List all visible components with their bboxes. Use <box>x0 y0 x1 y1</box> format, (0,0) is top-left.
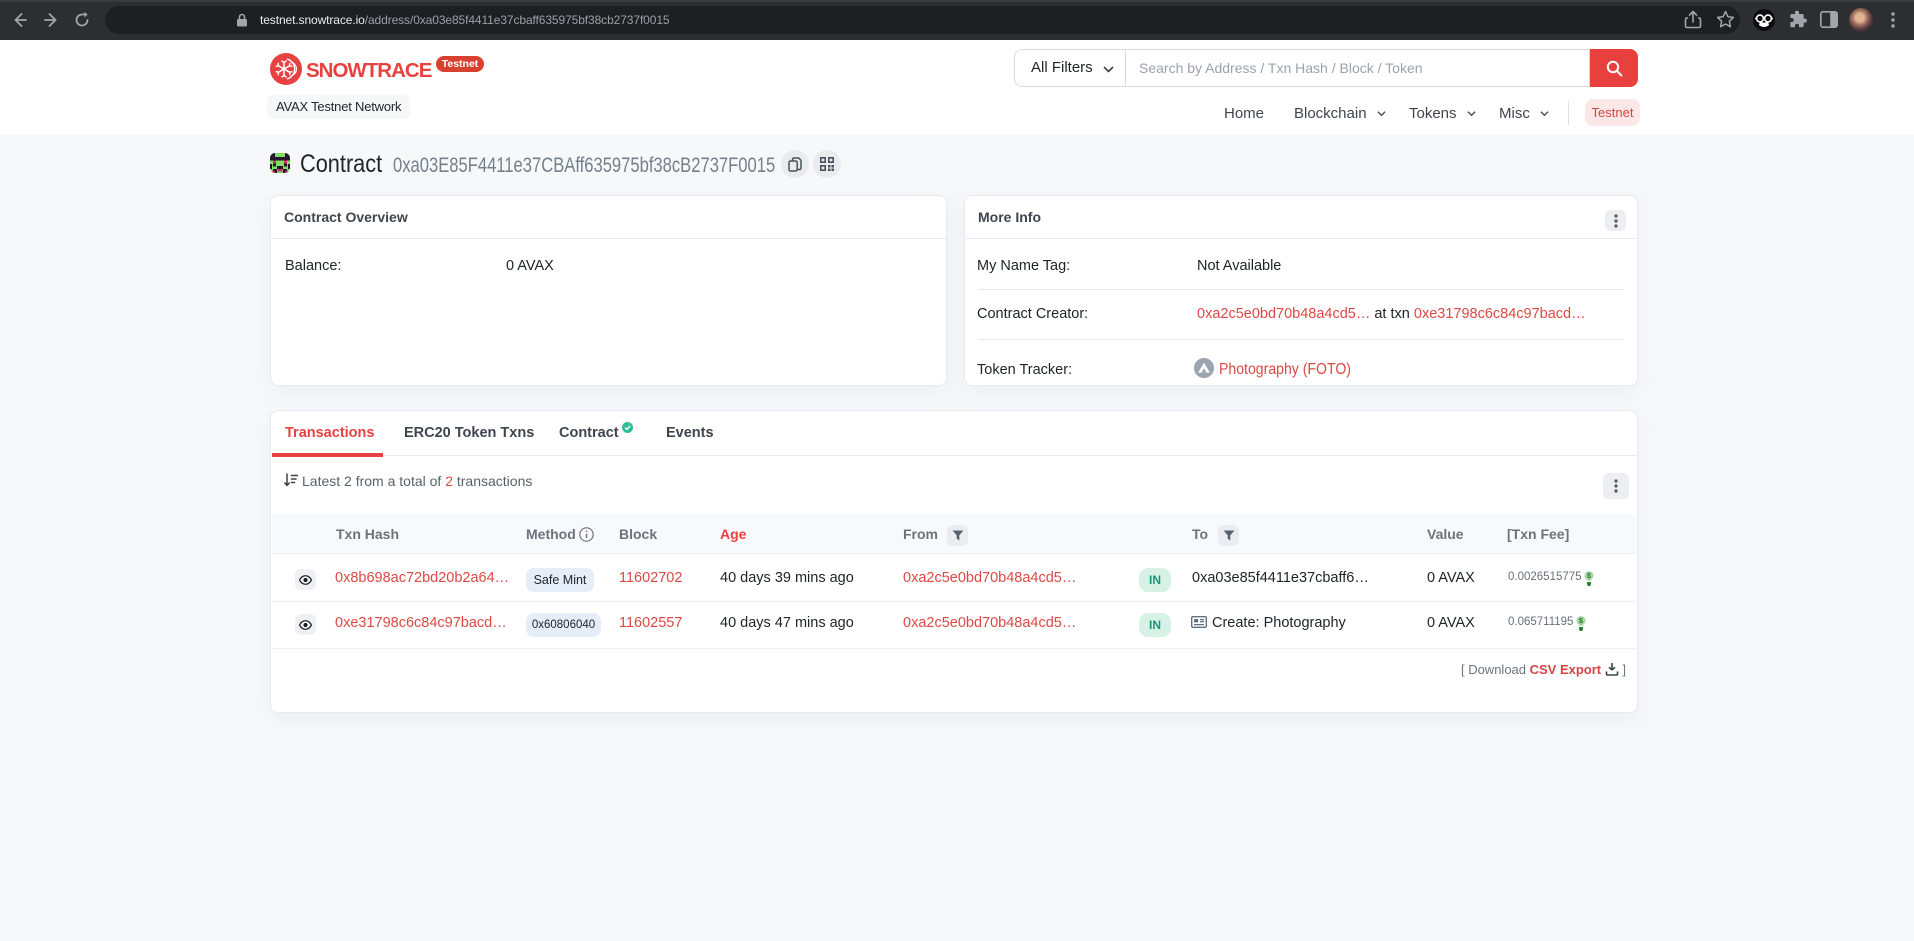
svg-text:$: $ <box>1579 618 1583 625</box>
svg-text:$: $ <box>1587 573 1591 580</box>
